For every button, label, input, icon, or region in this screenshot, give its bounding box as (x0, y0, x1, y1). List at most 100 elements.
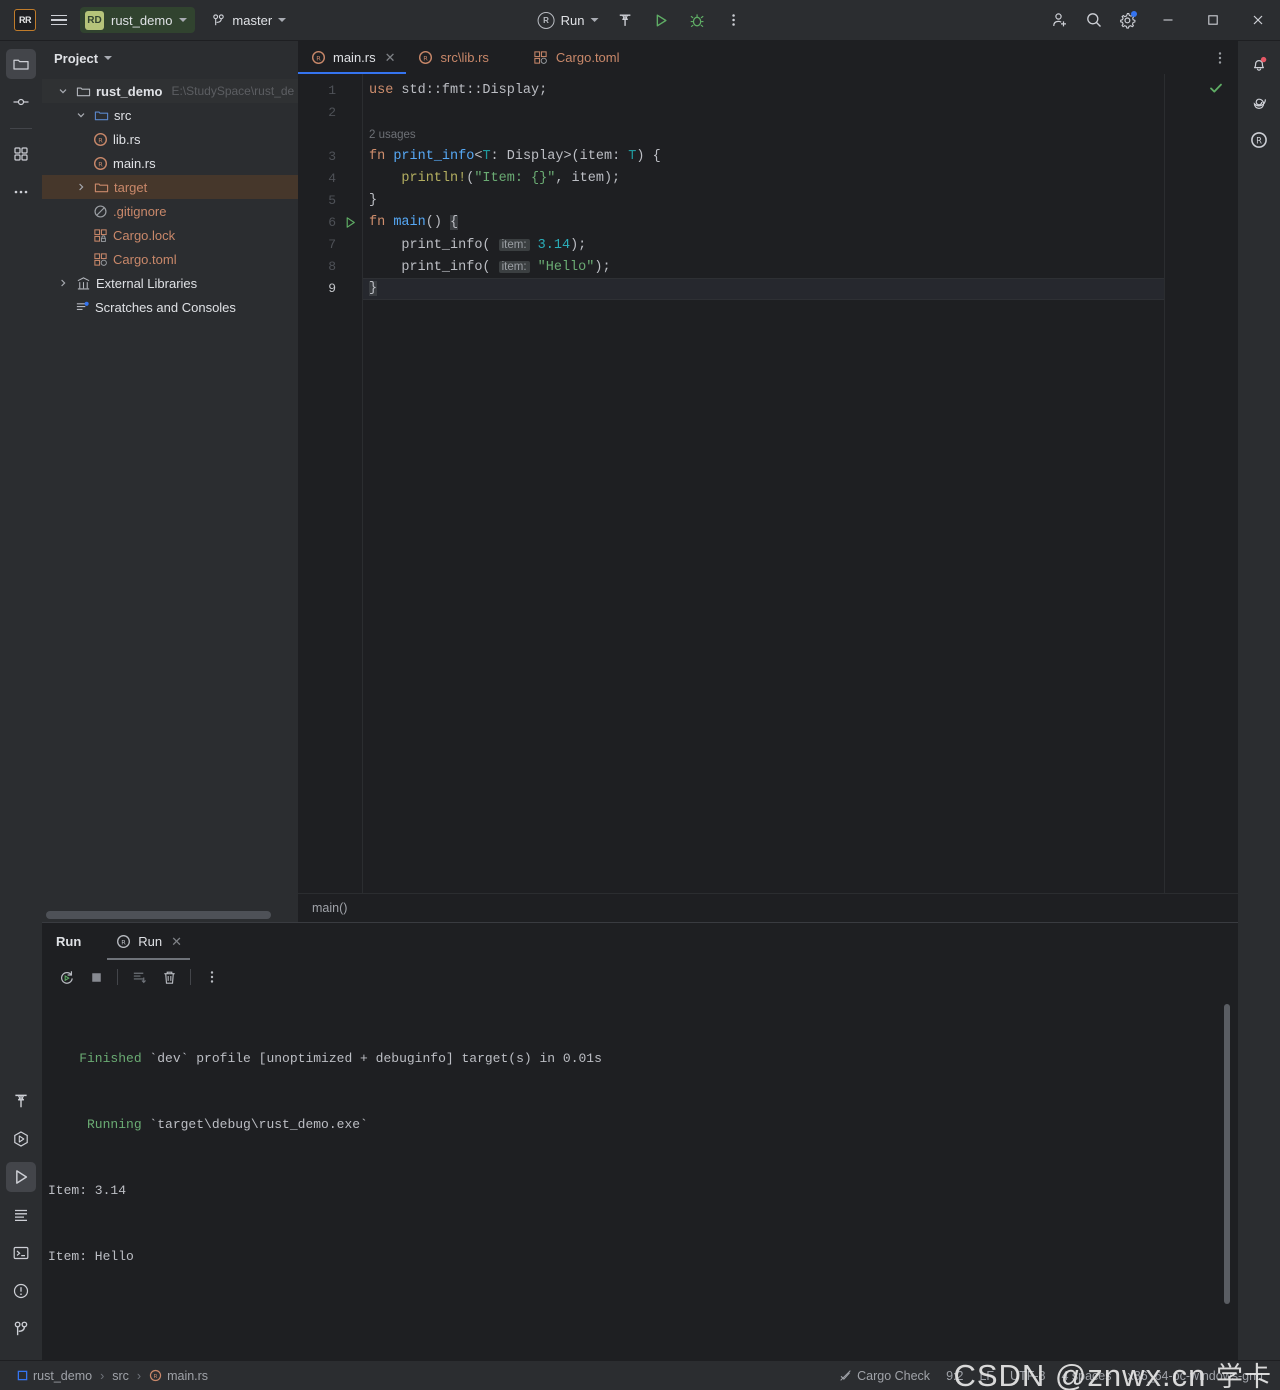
svg-text:R: R (316, 54, 321, 62)
usage-inlay-hint[interactable]: 2 usages (363, 124, 1164, 146)
vcs-branch-widget[interactable]: master (203, 7, 294, 33)
chevron-down-icon[interactable] (56, 86, 70, 96)
tree-node-gitignore[interactable]: .gitignore (42, 199, 298, 223)
status-breadcrumb-src[interactable]: src (105, 1365, 136, 1387)
sidebar-item-git[interactable] (6, 1314, 36, 1344)
project-tree[interactable]: rust_demo E:\StudySpace\rust_dem src R l… (42, 75, 298, 908)
more-actions-button[interactable] (716, 3, 750, 37)
project-panel-hscrollbar[interactable] (46, 911, 271, 919)
warning-circle-icon (13, 1283, 29, 1299)
clear-all-button[interactable] (155, 964, 183, 990)
stop-button[interactable] (82, 964, 110, 990)
status-caret-position[interactable]: 9:2 (939, 1365, 970, 1387)
sidebar-item-terminal[interactable] (6, 1238, 36, 1268)
run-console-output[interactable]: Finished `dev` profile [unoptimized + de… (42, 994, 1238, 1360)
code-line-9: } (363, 278, 1164, 300)
tree-label: src (114, 107, 132, 123)
code-with-me-button[interactable] (1043, 3, 1077, 37)
sidebar-item-commit[interactable] (6, 87, 36, 117)
sidebar-item-project[interactable] (6, 49, 36, 79)
rustrover-logo-icon: RR (14, 9, 36, 31)
editor-tabs-more-button[interactable] (1212, 41, 1238, 74)
build-button[interactable] (608, 3, 642, 37)
run-configuration-selector[interactable]: R Run (530, 6, 607, 34)
search-everywhere-button[interactable] (1077, 3, 1111, 37)
code-content[interactable]: use std::fmt::Display; 2 usages fn print… (362, 74, 1164, 893)
rerun-button[interactable] (52, 964, 80, 990)
project-widget[interactable]: RD rust_demo (80, 7, 196, 33)
editor-tab-main-rs[interactable]: R main.rs ✕ (298, 41, 406, 74)
sidebar-item-rust[interactable]: R (1244, 125, 1274, 155)
sidebar-item-more-tool-windows[interactable] (6, 177, 36, 207)
cargo-toml-icon (92, 251, 108, 267)
tree-node-external-libraries[interactable]: External Libraries (42, 271, 298, 295)
close-button[interactable] (1235, 0, 1280, 41)
run-button[interactable] (644, 3, 678, 37)
sidebar-item-run-anything[interactable] (6, 1124, 36, 1154)
tree-node-src[interactable]: src (42, 103, 298, 127)
line-number-with-run-marker: 6 (298, 212, 362, 234)
toolbar-divider (117, 969, 118, 985)
status-breadcrumb-rust-demo[interactable]: rust_demo (10, 1365, 99, 1387)
chevron-down-icon[interactable] (104, 56, 113, 60)
sidebar-item-problems[interactable] (6, 1276, 36, 1306)
project-badge-icon: RD (85, 10, 104, 30)
status-indent[interactable]: 4 spaces (1054, 1365, 1118, 1387)
minimize-button[interactable] (1145, 0, 1190, 41)
tree-node-cargo-toml[interactable]: Cargo.toml (42, 247, 298, 271)
editor-tab-cargo-toml[interactable]: Cargo.toml (521, 41, 630, 74)
tree-node-lib-rs[interactable]: R lib.rs (42, 127, 298, 151)
ide-logo-button[interactable]: RR (8, 3, 42, 37)
tree-node-main-rs[interactable]: R main.rs (42, 151, 298, 175)
status-line-separator[interactable]: LF (972, 1365, 1001, 1387)
commit-node-icon (13, 98, 29, 106)
sidebar-item-run[interactable] (6, 1162, 36, 1192)
status-label: LF (979, 1368, 995, 1383)
run-session-tab[interactable]: R Run ✕ (107, 924, 190, 960)
status-cargo-check[interactable]: Cargo Check (832, 1365, 937, 1387)
tree-node-scratches[interactable]: Scratches and Consoles (42, 295, 298, 319)
chevron-right-icon[interactable] (74, 182, 88, 192)
status-bar-right: Cargo Check 9:2 LF UTF-8 4 spaces x86_64… (832, 1365, 1270, 1387)
svg-text:R: R (98, 136, 103, 144)
code-line-4: println!("Item: {}", item); (401, 171, 621, 186)
sidebar-item-ai-assistant[interactable] (1244, 87, 1274, 117)
sidebar-item-todo[interactable] (6, 1200, 36, 1230)
rust-logo-icon: R (115, 934, 131, 950)
editor-scroll-column[interactable] (1164, 74, 1238, 893)
rust-logo-icon: R (537, 11, 555, 29)
status-file-encoding[interactable]: UTF-8 (1003, 1365, 1052, 1387)
chevron-right-icon[interactable] (56, 278, 70, 288)
editor-breadcrumb[interactable]: main() (298, 893, 1238, 922)
more-options-button[interactable] (198, 964, 226, 990)
close-icon[interactable]: ✕ (385, 50, 396, 66)
sidebar-item-notifications[interactable] (1244, 49, 1274, 79)
maximize-button[interactable] (1190, 0, 1235, 41)
settings-notification-dot (1131, 11, 1137, 17)
status-breadcrumb-main-rs[interactable]: R main.rs (142, 1365, 215, 1387)
close-icon[interactable]: ✕ (171, 934, 182, 950)
sidebar-item-build[interactable] (6, 1086, 36, 1116)
tree-node-cargo-lock[interactable]: Cargo.lock (42, 223, 298, 247)
editor-tab-src-lib-rs[interactable]: R src\lib.rs (406, 41, 499, 74)
tree-label: Cargo.lock (113, 227, 176, 243)
rust-file-icon: R (418, 50, 434, 66)
project-badge-text: RD (87, 14, 102, 26)
line-number: 3 (328, 149, 336, 164)
upper-area: Project rust_demo E:\StudySpace\rust_dem… (42, 41, 1238, 922)
settings-button[interactable] (1111, 3, 1145, 37)
tree-node-rust-demo[interactable]: rust_demo E:\StudySpace\rust_dem (42, 79, 298, 103)
debug-button[interactable] (680, 3, 714, 37)
editor-gutter[interactable]: 1 2 3 4 5 6 7 8 9 (298, 74, 362, 893)
chevron-down-icon[interactable] (74, 110, 88, 120)
console-vscrollbar[interactable] (1224, 1004, 1230, 1304)
status-rust-toolchain[interactable]: x86_64-pc-windows-gnu (1121, 1365, 1271, 1387)
code-editor[interactable]: 1 2 3 4 5 6 7 8 9 use std::fmt::Display;… (298, 74, 1238, 893)
sidebar-item-plugins[interactable] (6, 139, 36, 169)
main-menu-button[interactable] (42, 3, 76, 37)
scroll-to-end-button[interactable] (125, 964, 153, 990)
parameter-hint: item: (498, 261, 530, 273)
tree-node-target[interactable]: target (42, 175, 298, 199)
inspection-ok-icon[interactable] (1208, 80, 1224, 96)
